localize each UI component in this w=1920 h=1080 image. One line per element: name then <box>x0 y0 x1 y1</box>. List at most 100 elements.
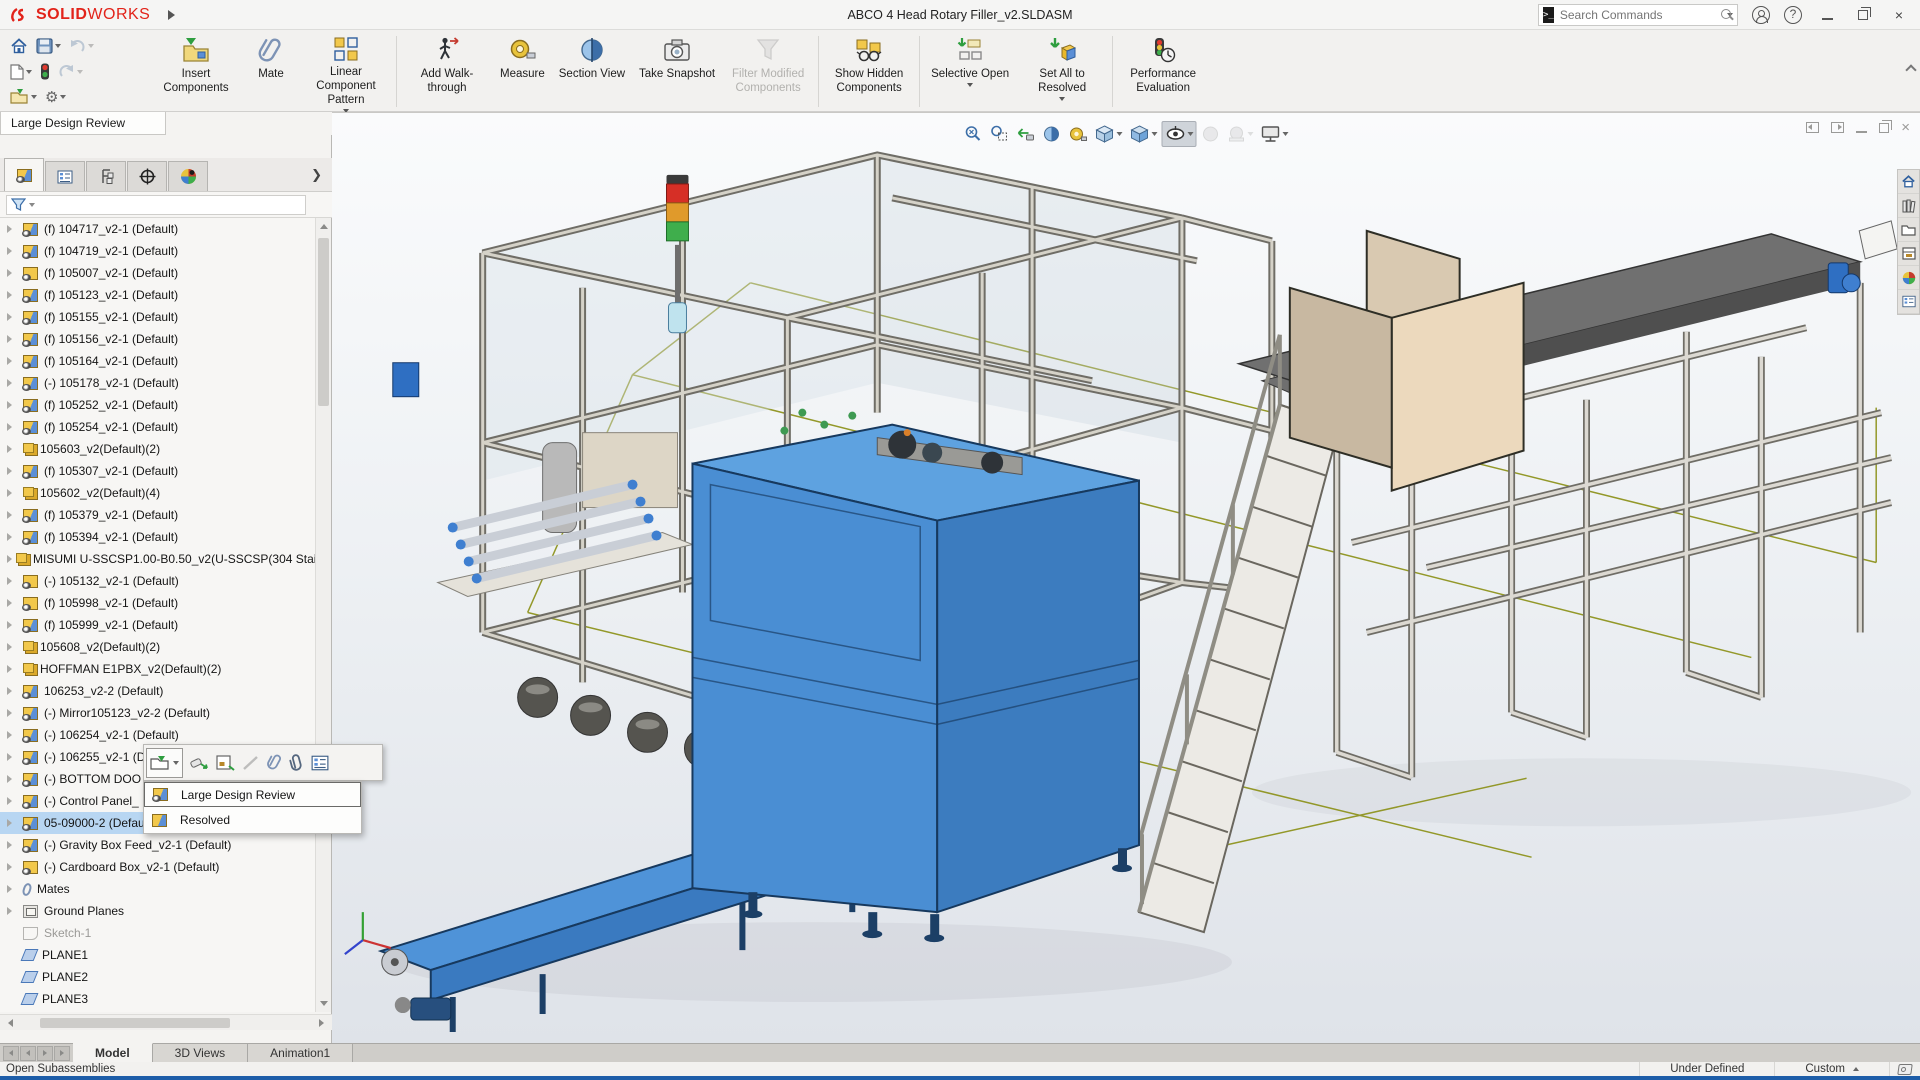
tree-item[interactable]: (f) 105999_v2-1 (Default) <box>0 614 316 636</box>
tree-item[interactable]: (f) 105123_v2-1 (Default) <box>0 284 316 306</box>
design-library-books-icon[interactable] <box>1898 194 1919 218</box>
save-button[interactable] <box>34 37 63 55</box>
restore-button[interactable] <box>1852 6 1874 23</box>
tree-item[interactable]: (f) 104719_v2-1 (Default) <box>0 240 316 262</box>
mate-paperclip-icon[interactable] <box>267 753 283 772</box>
smart-mate-icon[interactable] <box>289 753 305 772</box>
selective-open-dropdown-icon[interactable] <box>967 83 974 88</box>
tags-button[interactable] <box>1889 1062 1920 1076</box>
menu-item-large-design-review[interactable]: Large Design Review <box>144 782 361 807</box>
close-button[interactable]: × <box>1888 7 1910 23</box>
save-dropdown-icon[interactable] <box>55 44 61 48</box>
display-style-icon[interactable] <box>1127 122 1160 146</box>
last-tab-button[interactable] <box>54 1045 70 1061</box>
ribbon-button-measure[interactable]: Measure <box>493 32 552 111</box>
display-style-dropdown-icon[interactable] <box>1151 132 1158 136</box>
collapse-left-pane-icon[interactable] <box>1806 122 1820 133</box>
display-state-selector[interactable]: Custom <box>1774 1062 1889 1076</box>
ribbon-button-add-walkthrough[interactable]: Add Walk-through <box>401 32 493 111</box>
ribbon-button-take-snapshot[interactable]: Take Snapshot <box>632 32 722 111</box>
tree-item[interactable]: (f) 105254_v2-1 (Default) <box>0 416 316 438</box>
menu-expand-arrow-icon[interactable] <box>168 9 176 20</box>
new-dropdown-icon[interactable] <box>26 69 32 74</box>
tab-model[interactable]: Model <box>73 1043 153 1062</box>
first-tab-button[interactable] <box>3 1045 19 1061</box>
hide-show-items-icon[interactable] <box>1161 121 1197 147</box>
view-settings-dropdown-icon[interactable] <box>1282 132 1289 136</box>
tree-item[interactable]: (-) 106254_v2-1 (Default) <box>0 724 316 746</box>
component-preview-icon[interactable] <box>215 754 235 772</box>
tab-dimxpertmanager[interactable] <box>127 161 167 191</box>
view-palette-icon[interactable] <box>1898 242 1919 266</box>
filter-dropdown-icon[interactable] <box>29 202 35 207</box>
collapse-right-pane-icon[interactable] <box>1831 122 1845 133</box>
ribbon-button-selective-open[interactable]: Selective Open <box>924 32 1016 111</box>
tree-item[interactable]: (-) 105132_v2-1 (Default) <box>0 570 316 592</box>
doc-minimize-icon[interactable] <box>1856 123 1868 133</box>
open-button[interactable] <box>8 88 39 106</box>
previous-view-icon[interactable] <box>1014 122 1038 146</box>
tree-item[interactable]: (f) 105307_v2-1 (Default) <box>0 460 316 482</box>
tab-propertymanager[interactable] <box>45 161 85 191</box>
tree-item[interactable]: (f) 105394_v2-1 (Default) <box>0 526 316 548</box>
tree-item[interactable]: (f) 105379_v2-1 (Default) <box>0 504 316 526</box>
tab-featuremanager-design-tree[interactable] <box>4 158 44 191</box>
commandmanager-tab-large-design-review[interactable]: Large Design Review <box>0 112 166 135</box>
ribbon-button-linear-component-pattern[interactable]: Linear Component Pattern <box>300 32 392 114</box>
tree-item[interactable]: 106253_v2-2 (Default) <box>0 680 316 702</box>
tree-item[interactable]: (f) 105155_v2-1 (Default) <box>0 306 316 328</box>
solidworks-resources-home-icon[interactable] <box>1898 170 1919 194</box>
new-document-button[interactable] <box>8 63 34 81</box>
tree-item[interactable]: 105602_v2(Default)(4) <box>0 482 316 504</box>
view-orientation-icon[interactable] <box>1092 122 1125 146</box>
minimize-button[interactable] <box>1816 7 1838 23</box>
options-gear-button[interactable]: ⚙ <box>43 87 68 107</box>
tab-animation1[interactable]: Animation1 <box>248 1044 354 1062</box>
scrollbar-thumb[interactable] <box>40 1018 230 1028</box>
options-dropdown-icon[interactable] <box>60 95 67 99</box>
tab-configurationmanager[interactable] <box>86 161 126 191</box>
search-input[interactable] <box>1559 7 1715 22</box>
search-commands-box[interactable]: >_ <box>1538 3 1738 26</box>
filter-input[interactable] <box>6 194 306 215</box>
tree-item-sketch[interactable]: Sketch-1 <box>0 922 316 944</box>
tree-item-ground-planes[interactable]: Ground Planes <box>0 900 316 922</box>
undo-button[interactable] <box>67 38 96 55</box>
tree-item[interactable]: (-) Mirror105123_v2-2 (Default) <box>0 702 316 724</box>
user-account-icon[interactable] <box>1752 5 1770 24</box>
view-orientation-dropdown-icon[interactable] <box>1116 132 1123 136</box>
ribbon-button-set-all-to-resolved[interactable]: Set All to Resolved <box>1016 32 1108 111</box>
ribbon-button-insert-components[interactable]: Insert Components <box>150 32 242 111</box>
view-settings-icon[interactable] <box>1258 122 1291 146</box>
tree-item[interactable]: 105603_v2(Default)(2) <box>0 438 316 460</box>
tree-item[interactable]: HOFFMAN E1PBX_v2(Default)(2) <box>0 658 316 680</box>
tree-item[interactable]: (-) 105178_v2-1 (Default) <box>0 372 316 394</box>
home-button[interactable] <box>8 37 30 55</box>
tree-item[interactable]: (f) 104717_v2-1 (Default) <box>0 218 316 240</box>
ribbon-collapse-icon[interactable] <box>1905 64 1917 76</box>
graphics-viewport[interactable]: × <box>332 112 1920 1043</box>
open-component-button[interactable] <box>146 747 183 778</box>
tree-item[interactable]: (-) Cardboard Box_v2-1 (Default) <box>0 856 316 878</box>
file-explorer-folder-icon[interactable] <box>1898 218 1919 242</box>
custom-properties-list-icon[interactable] <box>1898 290 1919 314</box>
scrollbar-thumb[interactable] <box>318 238 329 406</box>
measure-icon[interactable] <box>1066 122 1090 146</box>
component-properties-icon[interactable] <box>311 755 329 771</box>
appearances-scenes-sphere-icon[interactable] <box>1898 266 1919 290</box>
tree-item[interactable]: (f) 105164_v2-1 (Default) <box>0 350 316 372</box>
prev-tab-button[interactable] <box>20 1045 36 1061</box>
make-virtual-icon[interactable] <box>189 754 209 772</box>
open-dropdown-icon[interactable] <box>31 95 37 99</box>
tree-vertical-scrollbar[interactable] <box>315 218 331 1012</box>
tab-displaymanager[interactable] <box>168 161 208 191</box>
tree-item[interactable]: MISUMI U-SSCSP1.00-B0.50_v2(U-SSCSP(304 … <box>0 548 316 570</box>
tab-3d-views[interactable]: 3D Views <box>152 1044 249 1062</box>
tree-horizontal-scrollbar[interactable] <box>0 1014 332 1030</box>
ribbon-button-performance-evaluation[interactable]: Performance Evaluation <box>1117 32 1209 111</box>
tree-item-plane[interactable]: PLANE1 <box>0 944 316 966</box>
tree-item-plane[interactable]: PLANE2 <box>0 966 316 988</box>
hide-show-dropdown-icon[interactable] <box>1187 132 1194 136</box>
tree-item[interactable]: (f) 105156_v2-1 (Default) <box>0 328 316 350</box>
hide-component-icon[interactable] <box>241 754 261 772</box>
